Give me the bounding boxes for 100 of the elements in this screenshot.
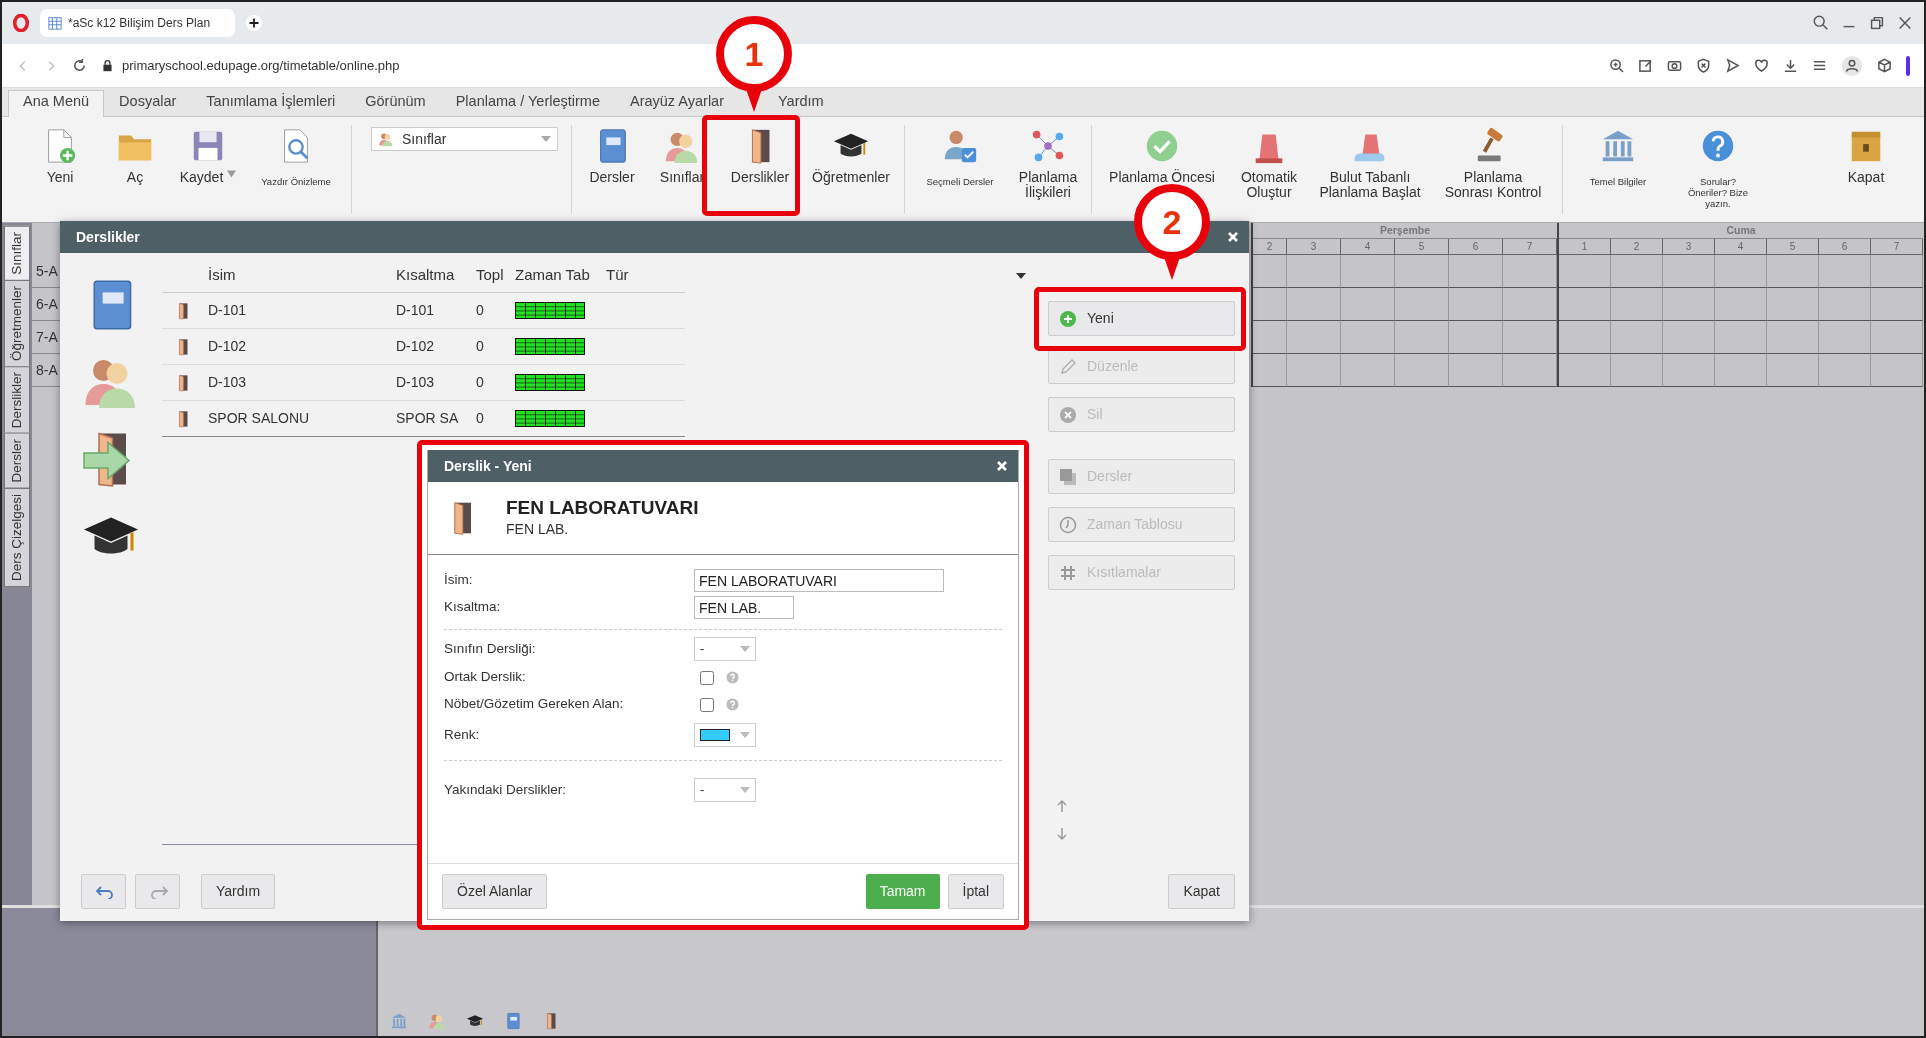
dropdown-field[interactable]: - [694,778,756,802]
reload-icon[interactable] [72,58,87,73]
sidebar-indicator [1906,55,1910,76]
period-number: 7 [1503,239,1557,255]
down-arrow-icon[interactable] [1056,827,1068,841]
table-cell: D-103 [208,374,247,390]
timetable-cell [1871,354,1923,387]
custom-fields-button[interactable]: Özel Alanlar [442,874,548,909]
toolbar-button[interactable]: Yeni [20,117,100,222]
toolbar-button[interactable]: Temel Bilgiler [1568,117,1668,222]
column-header[interactable]: Kısaltma [396,266,455,284]
edit-icon[interactable] [1638,58,1653,73]
help-icon [726,671,739,684]
timetable-cell [1503,321,1557,354]
toolbar-button[interactable]: Bulut Tabanlı Planlama Başlat [1311,117,1429,222]
toolbar-button[interactable]: Aç [100,117,170,222]
text-field[interactable]: FEN LAB. [694,596,794,619]
shield-icon[interactable] [1696,58,1711,73]
help-icon [726,698,739,711]
action-button[interactable]: Yeni [1048,301,1235,336]
timetable-cell [1715,321,1767,354]
send-icon[interactable] [1725,58,1740,73]
undo-button[interactable] [81,873,126,909]
toolbar-button[interactable]: Kapat [1826,117,1906,222]
caret-icon [740,732,750,738]
checkbox[interactable] [700,670,714,685]
menu-tab[interactable]: Planlama / Yerleştirme [440,90,615,116]
text-field[interactable]: FEN LABORATUVARI [694,569,944,592]
browser-tab[interactable]: *aSc k12 Bilişim Ders Plan [40,9,235,37]
help-button[interactable]: Yardım [201,873,275,909]
timetable-cell [1253,288,1287,321]
caret-icon[interactable] [1016,273,1026,279]
side-tab[interactable]: Ders Çizelgesi [4,487,30,587]
zoom-icon[interactable] [1609,58,1624,73]
menu-tab[interactable]: Ana Menü [8,90,105,117]
table-cell: D-102 [208,338,247,354]
toolbar-button[interactable]: Dersler [577,117,647,222]
column-header[interactable]: Tür [606,266,629,284]
timetable-cell [1767,354,1819,387]
table-cell: SPOR SALONU [208,410,310,426]
period-number: 3 [1663,239,1715,255]
close-button[interactable]: Kapat [1168,873,1235,909]
menu-tab[interactable]: Arayüz Ayarlar [614,90,739,116]
toolbar-button[interactable]: Kaydet [170,117,246,222]
record-subtitle: FEN LAB. [506,519,570,539]
field-label: Yakındaki Derslikler: [444,780,568,799]
toolbar-button[interactable]: Öğretmenler [803,117,899,222]
restore-icon[interactable] [1868,14,1886,32]
dialog-title: Derslikler [76,227,140,247]
timetable-cell [1395,255,1449,288]
url-text[interactable]: primaryschool.edupage.org/timetable/online.php [122,55,400,76]
field-label: Ortak Derslik: [444,668,527,687]
field-label: Nöbet/Gözetim Gereken Alan: [444,695,625,714]
color-picker[interactable] [694,723,756,747]
menu-tab[interactable]: Görünüm [350,90,441,116]
timetable-cell [1559,255,1611,288]
new-tab-icon[interactable] [245,14,263,32]
menu-tab[interactable]: Dosyalar [104,90,192,116]
toolbar-button[interactable]: Planlama İlişkileri [1010,117,1086,222]
dropdown-field[interactable]: - [694,637,756,661]
table-cell: 0 [476,338,484,354]
side-tab[interactable]: Sınıflar [4,226,30,281]
person-icon [378,131,394,147]
plus-circle-icon [1059,309,1077,328]
cancel-button[interactable]: İptal [947,874,1004,909]
column-header[interactable]: Topl [476,266,504,284]
timetable-cell [1395,321,1449,354]
menu-tab[interactable]: Yardım [763,90,839,116]
menu-tab[interactable]: Tanımlama İşlemleri [191,90,351,116]
up-arrow-icon[interactable] [1056,799,1068,813]
timetable-cell [1341,255,1395,288]
close-icon[interactable] [996,460,1008,472]
period-number: 6 [1819,239,1871,255]
side-tab[interactable]: Dersler [4,433,30,489]
timetable-cell [1611,255,1663,288]
toolbar-button[interactable]: Otomatik Oluştur [1227,117,1311,222]
field-label: Kısaltma: [444,598,502,617]
period-number: 2 [1253,239,1287,255]
toolbar-button[interactable]: Planlama Sonrası Kontrol [1429,117,1557,222]
search-icon[interactable] [1812,14,1830,32]
timetable-cell [1449,321,1503,354]
close-icon[interactable] [1227,231,1239,243]
side-tab[interactable]: Öğretmenler [4,279,30,367]
checkbox[interactable] [700,697,714,712]
timetable-cell [1341,288,1395,321]
side-tab[interactable]: Derslikler [4,365,30,435]
book-icon[interactable] [504,1012,522,1030]
download-icon[interactable] [1783,58,1798,73]
lock-icon [101,59,114,72]
column-header[interactable]: Zaman Tab [515,266,590,284]
class-dropdown[interactable]: Sınıflar [371,127,558,151]
close-icon[interactable] [1896,14,1914,32]
heart-icon[interactable] [1754,58,1769,73]
column-header[interactable]: İsim [208,266,236,284]
profile-icon[interactable] [1841,54,1863,77]
timetable-cell [1611,288,1663,321]
cube-icon[interactable] [1877,58,1892,73]
menu-icon[interactable] [1812,58,1827,73]
toolbar-button[interactable]: Sorular? Öneriler? Bize yazın. [1668,117,1768,222]
camera-icon[interactable] [1667,58,1682,73]
